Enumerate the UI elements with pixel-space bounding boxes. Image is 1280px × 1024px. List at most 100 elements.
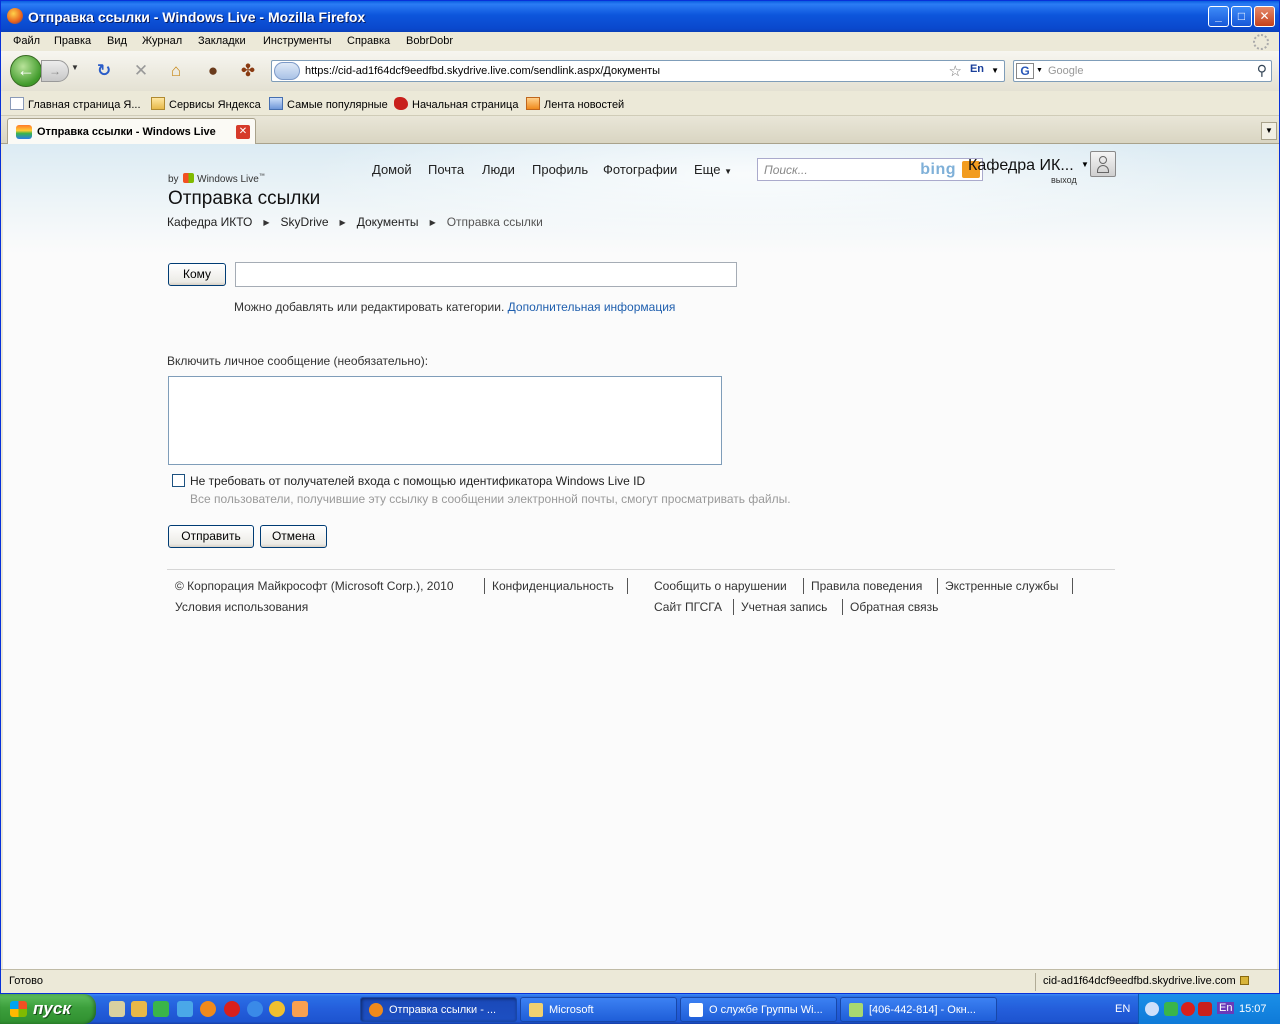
- footer-account-link[interactable]: Учетная запись: [741, 600, 827, 614]
- nav-people[interactable]: Люди: [482, 162, 515, 177]
- breadcrumb-item[interactable]: SkyDrive: [281, 215, 329, 229]
- status-host[interactable]: cid-ad1f64dcf9eedfbd.skydrive.live.com: [1035, 973, 1265, 991]
- task-firefox[interactable]: Отправка ссылки - ...: [360, 997, 517, 1022]
- bobrdobr-icon[interactable]: ●: [202, 60, 224, 82]
- folder-icon: [529, 1003, 543, 1017]
- tray-icon[interactable]: [1181, 1002, 1195, 1016]
- bookmark-start-page[interactable]: Начальная страница: [394, 97, 518, 111]
- nav-photos[interactable]: Фотографии: [603, 162, 677, 177]
- message-textarea[interactable]: [168, 376, 722, 465]
- nav-mail[interactable]: Почта: [428, 162, 464, 177]
- maximize-button[interactable]: □: [1231, 6, 1252, 27]
- input-language-icon[interactable]: En: [1217, 1002, 1235, 1014]
- title-bar[interactable]: Отправка ссылки - Windows Live - Mozilla…: [1, 1, 1279, 32]
- ie-quicklaunch-icon[interactable]: [247, 1001, 263, 1017]
- clock: 15:07: [1239, 1003, 1267, 1015]
- menu-history[interactable]: Журнал: [142, 35, 182, 47]
- sign-out-link[interactable]: выход: [1051, 175, 1077, 185]
- recipients-help: Можно добавлять или редактировать катего…: [234, 300, 675, 314]
- forward-button[interactable]: →: [41, 60, 69, 82]
- bookmark-news-feed[interactable]: Лента новостей: [526, 97, 624, 111]
- footer-feedback-link[interactable]: Обратная связь: [850, 600, 938, 614]
- cancel-button[interactable]: Отмена: [260, 525, 327, 548]
- search-icon[interactable]: ⚲: [1257, 62, 1267, 79]
- recipients-input[interactable]: [235, 262, 737, 287]
- menu-bookmarks[interactable]: Закладки: [198, 35, 246, 47]
- close-tab-icon[interactable]: ✕: [236, 125, 250, 139]
- bookmark-yandex-services[interactable]: Сервисы Яндекса: [151, 97, 261, 111]
- reload-icon[interactable]: ↻: [93, 60, 115, 82]
- send-button[interactable]: Отправить: [168, 525, 254, 548]
- url-input[interactable]: https://cid-ad1f64dcf9eedfbd.skydrive.li…: [305, 65, 660, 77]
- throbber-icon: [1253, 34, 1269, 50]
- to-button[interactable]: Кому: [168, 263, 226, 286]
- url-dropdown-icon[interactable]: ▼: [991, 66, 999, 75]
- home-icon[interactable]: ⌂: [165, 60, 187, 82]
- avatar[interactable]: [1090, 151, 1116, 177]
- menu-view[interactable]: Вид: [107, 35, 127, 47]
- firefox-quicklaunch-icon[interactable]: [200, 1001, 216, 1017]
- firefox-icon[interactable]: [7, 8, 23, 24]
- menu-bobrdobr[interactable]: BobrDobr: [406, 35, 453, 47]
- tab-list-dropdown-icon[interactable]: ▼: [1261, 122, 1277, 140]
- user-name[interactable]: Кафедра ИК...: [968, 157, 1074, 175]
- more-info-link[interactable]: Дополнительная информация: [508, 300, 676, 314]
- menu-tools[interactable]: Инструменты: [263, 35, 332, 47]
- footer-site-link[interactable]: Сайт ПГСГА: [654, 600, 722, 614]
- language-bar[interactable]: EN: [1115, 1003, 1130, 1015]
- nav-more[interactable]: Еще ▼: [694, 162, 732, 177]
- windows-live-brand[interactable]: by Windows Live™: [168, 173, 265, 185]
- quicklaunch-icon[interactable]: [177, 1001, 193, 1017]
- search-bar[interactable]: G ▼ Google ⚲: [1013, 60, 1272, 82]
- history-dropdown-icon[interactable]: ▼: [71, 63, 79, 72]
- show-desktop-icon[interactable]: [109, 1001, 125, 1017]
- site-identity-icon[interactable]: [274, 62, 300, 80]
- rss-icon: [526, 97, 540, 110]
- menu-edit[interactable]: Правка: [54, 35, 91, 47]
- tab-send-link[interactable]: Отправка ссылки - Windows Live ✕: [7, 118, 256, 144]
- menu-help[interactable]: Справка: [347, 35, 390, 47]
- footer-terms-link[interactable]: Условия использования: [175, 600, 308, 614]
- quicklaunch-icon[interactable]: [292, 1001, 308, 1017]
- quicklaunch-icon[interactable]: [131, 1001, 147, 1017]
- breadcrumb-arrow-icon: ▶: [429, 218, 436, 227]
- chevron-down-icon[interactable]: ▼: [1081, 160, 1089, 169]
- back-button[interactable]: ←: [10, 55, 42, 87]
- close-window-button[interactable]: ✕: [1254, 6, 1275, 27]
- task-remote[interactable]: [406-442-814] - Окн...: [840, 997, 997, 1022]
- footer-privacy-link[interactable]: Конфиденциальность: [492, 579, 614, 593]
- media-quicklaunch-icon[interactable]: [269, 1001, 285, 1017]
- breadcrumb-item[interactable]: Кафедра ИКТО: [167, 215, 252, 229]
- minimize-button[interactable]: _: [1208, 6, 1229, 27]
- no-signin-checkbox[interactable]: [172, 474, 185, 487]
- google-engine-icon[interactable]: G: [1016, 63, 1034, 79]
- tray-icon[interactable]: [1164, 1002, 1178, 1016]
- footer-conduct-link[interactable]: Правила поведения: [811, 579, 922, 593]
- engine-dropdown-icon[interactable]: ▼: [1036, 67, 1043, 74]
- task-explorer[interactable]: Microsoft: [520, 997, 677, 1022]
- task-label: Отправка ссылки - ...: [389, 1004, 497, 1016]
- menu-file[interactable]: Файл: [13, 35, 40, 47]
- stop-icon[interactable]: ✕: [130, 60, 152, 82]
- bookmark-yandex-home[interactable]: Главная страница Я...: [10, 97, 141, 111]
- search-input[interactable]: Google: [1048, 65, 1083, 77]
- no-signin-label[interactable]: Не требовать от получателей входа с помо…: [190, 474, 645, 488]
- start-button[interactable]: пуск: [0, 994, 96, 1024]
- language-indicator[interactable]: En: [970, 63, 984, 75]
- quicklaunch-icon[interactable]: [153, 1001, 169, 1017]
- live-search-box[interactable]: Поиск... bing: [757, 158, 983, 181]
- kaspersky-icon[interactable]: [1198, 1002, 1212, 1016]
- footer-report-link[interactable]: Сообщить о нарушении: [654, 579, 787, 593]
- tray-collapse-icon[interactable]: [1145, 1002, 1159, 1016]
- breadcrumb-item[interactable]: Документы: [357, 215, 419, 229]
- paw-icon[interactable]: ✤: [237, 60, 259, 82]
- footer-emergency-link[interactable]: Экстренные службы: [945, 579, 1059, 593]
- opera-quicklaunch-icon[interactable]: [224, 1001, 240, 1017]
- bookmark-star-icon[interactable]: ☆: [949, 62, 962, 80]
- address-bar[interactable]: https://cid-ad1f64dcf9eedfbd.skydrive.li…: [271, 60, 1005, 82]
- nav-profile[interactable]: Профиль: [532, 162, 588, 177]
- task-word[interactable]: О службе Группы Wi...: [680, 997, 837, 1022]
- bookmark-most-visited[interactable]: Самые популярные: [269, 97, 388, 111]
- live-search-input[interactable]: Поиск...: [764, 163, 808, 177]
- nav-home[interactable]: Домой: [372, 162, 412, 177]
